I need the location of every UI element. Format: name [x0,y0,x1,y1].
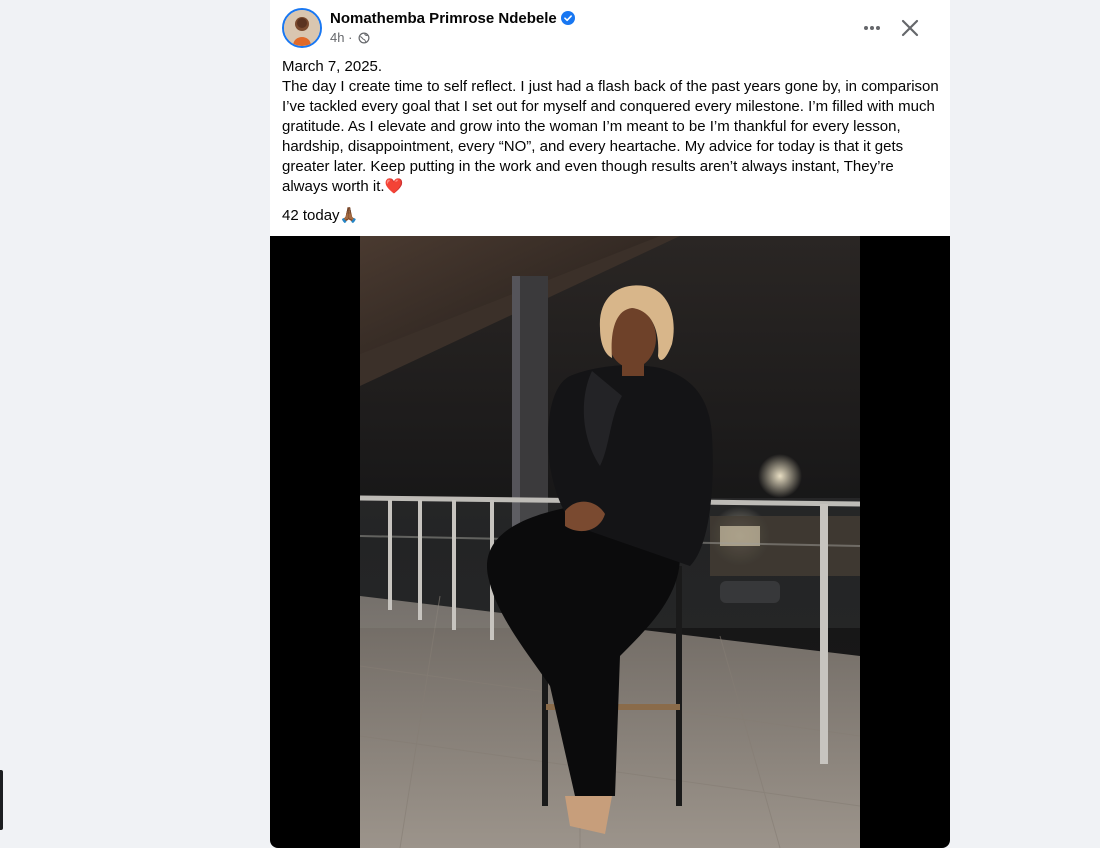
post-date-line: March 7, 2025. [282,58,383,75]
verified-badge-icon [560,11,575,30]
post-photo[interactable] [270,236,950,848]
praying-hands-emoji: 🙏🏾 [339,207,359,224]
close-icon [901,19,919,37]
close-button[interactable] [892,10,928,46]
globe-icon [358,32,370,48]
post-message-text: The day I create time to self reflect. I… [282,78,939,195]
post-photo-image [360,236,860,848]
author-name[interactable]: Nomathemba Primrose Ndebele [330,10,557,27]
more-horizontal-icon [864,26,880,30]
post-card: Nomathemba Primrose Ndebele 4h · March 7… [270,0,950,848]
post-meta: 4h · [330,30,370,48]
left-edge-tab [0,770,3,830]
post-header: Nomathemba Primrose Ndebele 4h · [282,8,938,50]
post-body: March 7, 2025. The day I create time to … [282,57,942,226]
post-tail-text: 42 today [282,207,340,224]
more-options-button[interactable] [854,10,890,46]
author-name-row: Nomathemba Primrose Ndebele [330,10,575,30]
author-avatar[interactable] [282,8,322,48]
meta-separator: · [348,30,353,45]
post-timestamp[interactable]: 4h [330,30,344,45]
heart-emoji: ❤️ [384,178,404,195]
avatar-image [284,10,320,46]
post-tail: 42 today🙏🏾 [282,206,942,226]
post-message: The day I create time to self reflect. I… [282,77,942,197]
